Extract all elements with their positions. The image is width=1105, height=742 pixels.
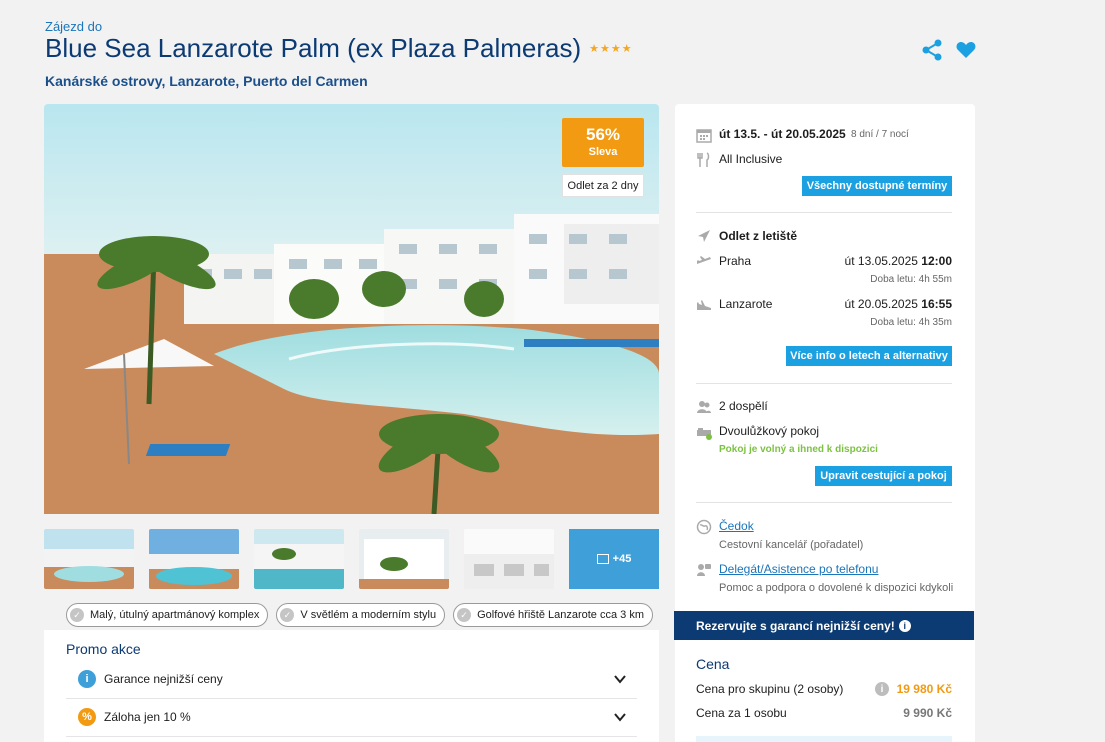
gallery-more-button[interactable]: +45 — [569, 529, 659, 589]
plane-icon — [698, 230, 710, 242]
support-description: Pomoc a podpora o dovolené k dispozici k… — [719, 582, 954, 594]
promo-item-label: Garance nejnižší ceny — [104, 672, 223, 686]
divider — [696, 502, 952, 503]
travellers: 2 dospělí — [719, 399, 768, 413]
page-subtitle: Zájezd do — [45, 19, 103, 34]
group-price-label: Cena pro skupinu (2 osoby) — [696, 682, 844, 696]
divider — [696, 212, 952, 213]
person-price-value: 9 990 Kč — [903, 706, 952, 720]
gallery-thumb[interactable] — [359, 529, 449, 589]
feature-tag: ✓ Malý, útulný apartmánový komplex — [66, 603, 269, 627]
agency-link[interactable]: Čedok — [719, 519, 754, 533]
heart-icon[interactable] — [955, 39, 977, 61]
return-duration: Doba letu: 4h 35m — [870, 317, 952, 328]
feature-tag: ✓ V světlém a moderním stylu — [276, 603, 446, 627]
reserve-banner: Rezervujte s garancí nejnižší ceny! i — [674, 611, 974, 640]
outbound-duration: Doba letu: 4h 55m — [870, 274, 952, 285]
check-icon: ✓ — [280, 608, 295, 622]
return-datetime: út 20.05.2025 16:55 — [843, 297, 952, 311]
promo-item-label: Záloha jen 10 % — [104, 710, 191, 724]
flight-title: Odlet z letiště — [719, 229, 798, 243]
bed-icon — [697, 428, 712, 440]
users-icon — [697, 401, 711, 413]
promo-title: Promo akce — [66, 641, 141, 657]
promo-item-deposit[interactable]: % Záloha jen 10 % — [66, 698, 637, 737]
chevron-down-icon — [614, 675, 626, 684]
reserve-label: Rezervujte s garancí nejnižší ceny! — [696, 618, 895, 633]
takeoff-icon — [697, 256, 711, 264]
share-icon[interactable] — [921, 39, 943, 61]
gallery-thumb[interactable] — [44, 529, 134, 589]
discount-percent: 56% — [585, 125, 621, 144]
hotel-stars: ★★★★ — [589, 43, 633, 55]
hotel-title: Blue Sea Lanzarote Palm (ex Plaza Palmer… — [45, 33, 633, 64]
landing-icon — [697, 300, 711, 310]
hotel-location: Kanárské ostrovy, Lanzarote, Puerto del … — [45, 73, 368, 89]
gallery-thumb[interactable] — [149, 529, 239, 589]
group-price-value: 19 980 Kč — [896, 682, 952, 696]
support-link[interactable]: Delegát/Asistence po telefonu — [719, 562, 878, 576]
discount-badge: 56% Sleva — [562, 118, 644, 167]
hotel-name: Blue Sea Lanzarote Palm (ex Plaza Palmer… — [45, 33, 582, 63]
board-type: All Inclusive — [719, 152, 783, 166]
all-dates-button[interactable]: Všechny dostupné termíny — [802, 176, 952, 196]
gallery-thumb[interactable] — [254, 529, 344, 589]
person-price-label: Cena za 1 osobu — [696, 706, 787, 720]
chevron-down-icon — [614, 713, 626, 722]
outbound-time: 12:00 — [921, 254, 952, 268]
gallery-more-count: +45 — [612, 553, 632, 565]
globe-icon — [696, 519, 712, 535]
room-status: Pokoj je volný a ihned k dispozici — [719, 444, 878, 455]
discount-label: Sleva — [588, 146, 618, 158]
feature-tags: ✓ Malý, útulný apartmánový komplex ✓ V svě… — [66, 603, 653, 627]
info-icon[interactable]: i — [898, 619, 911, 632]
departure-tag: Odlet za 2 dny — [562, 174, 644, 197]
room-type: Dvoulůžkový pokoj — [719, 424, 820, 438]
outbound-date: út 13.05.2025 — [844, 254, 918, 268]
outbound-datetime: út 13.05.2025 12:00 — [843, 254, 952, 268]
cutlery-icon — [697, 152, 710, 167]
percent-icon: % — [78, 708, 96, 726]
check-icon: ✓ — [70, 608, 84, 622]
feature-label: Golfové hřiště Lanzarote cca 3 km — [477, 609, 644, 621]
gallery-thumb[interactable] — [464, 529, 554, 589]
return-time: 16:55 — [921, 297, 952, 311]
trip-dates: út 13.5. - út 20.05.2025 — [719, 127, 846, 141]
flights-info-button[interactable]: Více info o letech a alternativy — [786, 346, 952, 366]
return-city: Lanzarote — [719, 297, 773, 311]
promo-item-guarantee[interactable]: i Garance nejnižší ceny — [66, 660, 637, 699]
feature-label: Malý, útulný apartmánový komplex — [90, 609, 260, 621]
price-footer-strip — [696, 736, 952, 742]
calendar-icon — [696, 129, 712, 143]
support-icon — [697, 564, 711, 576]
feature-label: V světlém a moderním stylu — [300, 609, 437, 621]
divider — [696, 383, 952, 384]
price-title: Cena — [696, 656, 730, 672]
agency-description: Cestovní kancelář (pořadatel) — [719, 539, 864, 551]
info-icon: i — [78, 670, 96, 688]
edit-travellers-button[interactable]: Upravit cestující a pokoj — [815, 466, 952, 486]
outbound-city: Praha — [719, 254, 752, 268]
return-date: út 20.05.2025 — [844, 297, 918, 311]
check-icon: ✓ — [457, 608, 472, 622]
trip-duration: 8 dní / 7 nocí — [851, 129, 909, 140]
feature-tag: ✓ Golfové hřiště Lanzarote cca 3 km — [453, 603, 653, 627]
photos-icon — [596, 554, 609, 564]
